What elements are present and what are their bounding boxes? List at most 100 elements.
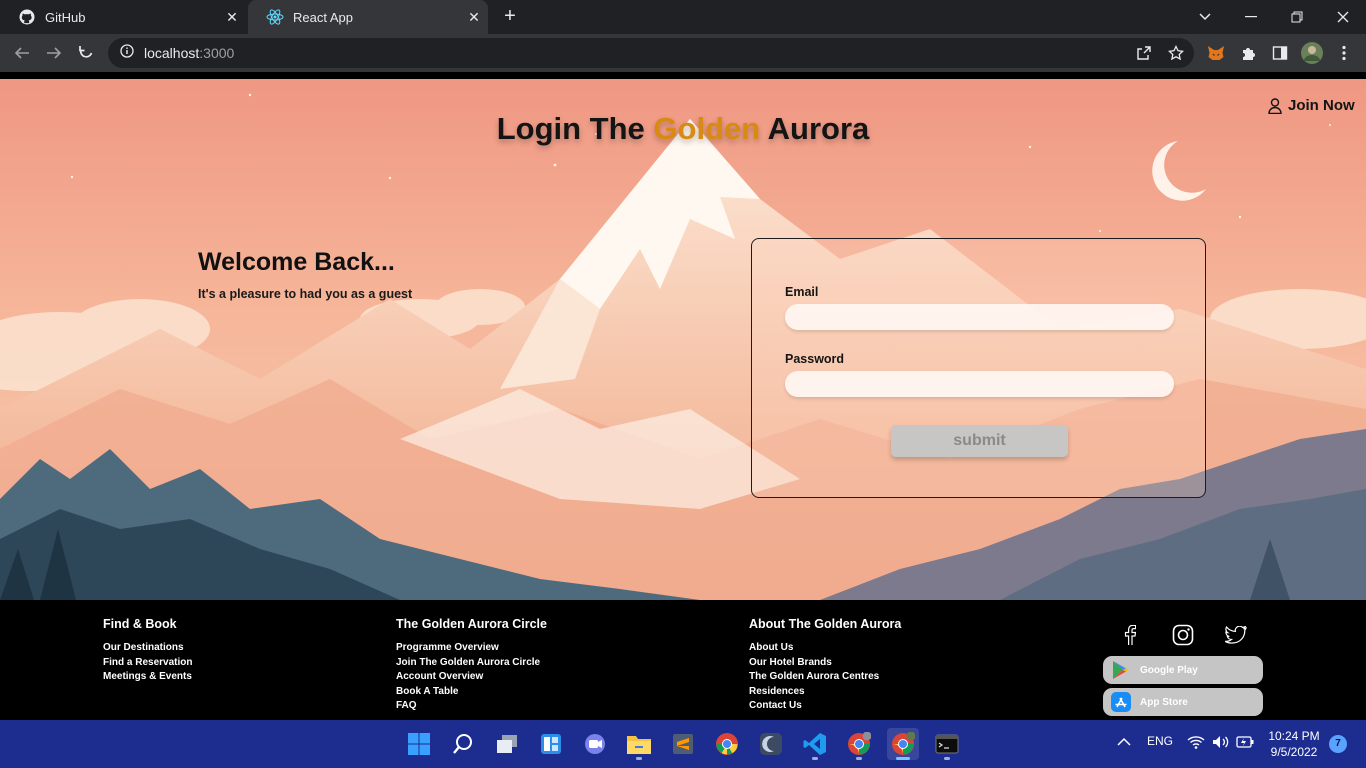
password-field[interactable] bbox=[785, 371, 1174, 397]
running-indicator bbox=[856, 757, 862, 760]
title-part-aurora: Aurora bbox=[760, 111, 870, 146]
user-icon bbox=[1268, 97, 1282, 114]
app-store-icon bbox=[1111, 692, 1131, 712]
footer-link[interactable]: Contact Us bbox=[749, 699, 901, 714]
login-page: Login The Golden Aurora Join Now Welcome… bbox=[0, 79, 1366, 600]
battery-icon[interactable] bbox=[1236, 736, 1254, 751]
footer-link[interactable]: Our Hotel Brands bbox=[749, 656, 901, 671]
title-part-golden: Golden bbox=[653, 111, 761, 146]
footer: Find & Book Our Destinations Find a Rese… bbox=[0, 600, 1366, 720]
app-store-label: App Store bbox=[1140, 696, 1188, 708]
task-view-icon[interactable] bbox=[491, 728, 523, 760]
windows-taskbar: ENG 10:24 PM 9/5/2022 7 bbox=[0, 720, 1366, 768]
url-host: localhost bbox=[144, 45, 200, 61]
tab-github-title: GitHub bbox=[45, 9, 86, 25]
vscode-icon[interactable] bbox=[799, 728, 831, 760]
notification-badge[interactable]: 7 bbox=[1329, 735, 1347, 753]
welcome-title: Welcome Back... bbox=[198, 248, 395, 276]
footer-column-title: Find & Book bbox=[103, 617, 177, 631]
email-label: Email bbox=[785, 285, 819, 299]
terminal-icon[interactable] bbox=[931, 728, 963, 760]
back-arrow-icon[interactable] bbox=[8, 39, 36, 67]
profile-avatar[interactable] bbox=[1300, 41, 1324, 65]
footer-link[interactable]: Programme Overview bbox=[396, 641, 547, 656]
footer-link[interactable]: FAQ bbox=[396, 699, 547, 714]
github-icon bbox=[18, 8, 36, 26]
moon-app-icon[interactable] bbox=[755, 728, 787, 760]
login-form: Email Password submit bbox=[751, 238, 1206, 498]
footer-link[interactable]: The Golden Aurora Centres bbox=[749, 670, 901, 685]
search-icon[interactable] bbox=[447, 728, 479, 760]
sublime-text-icon[interactable] bbox=[667, 728, 699, 760]
browser-toolbar: localhost:3000 bbox=[0, 34, 1366, 72]
footer-column-title: About The Golden Aurora bbox=[749, 617, 902, 631]
running-indicator bbox=[944, 757, 950, 760]
footer-column-find-book: Find & Book Our Destinations Find a Rese… bbox=[103, 617, 192, 685]
url-port: :3000 bbox=[199, 45, 235, 61]
restore-icon[interactable] bbox=[1274, 0, 1320, 34]
metamask-fox-icon[interactable] bbox=[1204, 41, 1228, 65]
site-info-icon[interactable] bbox=[120, 43, 134, 63]
google-play-button[interactable]: Google Play bbox=[1103, 656, 1263, 684]
page-top-strip bbox=[0, 72, 1366, 79]
footer-column-circle: The Golden Aurora Circle Programme Overv… bbox=[396, 617, 547, 714]
welcome-subtitle: It's a pleasure to had you as a guest bbox=[198, 287, 413, 301]
speaker-icon[interactable] bbox=[1212, 735, 1230, 752]
join-now-label: Join Now bbox=[1288, 97, 1355, 114]
close-icon[interactable]: ✕ bbox=[218, 9, 246, 26]
language-indicator[interactable]: ENG bbox=[1147, 734, 1173, 748]
footer-link[interactable]: Residences bbox=[749, 685, 901, 700]
footer-link[interactable]: Find a Reservation bbox=[103, 656, 192, 671]
tray-chevron-up-icon[interactable] bbox=[1117, 736, 1131, 750]
footer-link[interactable]: Meetings & Events bbox=[103, 670, 192, 685]
footer-link[interactable]: Account Overview bbox=[396, 670, 547, 685]
clock-time: 10:24 PM bbox=[1268, 729, 1320, 743]
tab-search-chevron-down-icon[interactable] bbox=[1182, 0, 1228, 34]
email-field[interactable] bbox=[785, 304, 1174, 330]
footer-column-about: About The Golden Aurora About Us Our Hot… bbox=[749, 617, 901, 714]
windows-start-icon[interactable] bbox=[403, 728, 435, 760]
new-tab-button[interactable]: + bbox=[498, 5, 522, 29]
twitter-icon[interactable] bbox=[1223, 622, 1249, 648]
tab-github[interactable]: GitHub ✕ bbox=[0, 0, 246, 34]
side-panel-icon[interactable] bbox=[1268, 41, 1292, 65]
footer-link[interactable]: About Us bbox=[749, 641, 901, 656]
app-store-button[interactable]: App Store bbox=[1103, 688, 1263, 716]
running-indicator bbox=[812, 757, 818, 760]
chrome-profile-icon[interactable] bbox=[843, 728, 875, 760]
forward-arrow-icon[interactable] bbox=[40, 39, 68, 67]
close-window-icon[interactable] bbox=[1320, 0, 1366, 34]
join-now-link[interactable]: Join Now bbox=[1268, 97, 1355, 114]
tab-react-app[interactable]: React App ✕ bbox=[248, 0, 488, 34]
footer-link[interactable]: Join The Golden Aurora Circle bbox=[396, 656, 547, 671]
reload-icon[interactable] bbox=[72, 39, 100, 67]
address-bar[interactable]: localhost:3000 bbox=[108, 38, 1194, 68]
facebook-icon[interactable] bbox=[1117, 622, 1143, 648]
wifi-icon[interactable] bbox=[1187, 735, 1205, 752]
footer-link[interactable]: Book A Table bbox=[396, 685, 547, 700]
system-clock[interactable]: 10:24 PM 9/5/2022 bbox=[1262, 728, 1326, 760]
page-title: Login The Golden Aurora bbox=[0, 111, 1366, 147]
share-icon[interactable] bbox=[1132, 41, 1156, 65]
footer-link[interactable]: Our Destinations bbox=[103, 641, 192, 656]
welcome-section: Welcome Back... It's a pleasure to had y… bbox=[198, 248, 412, 301]
chrome-icon[interactable] bbox=[711, 728, 743, 760]
widgets-icon[interactable] bbox=[535, 728, 567, 760]
react-icon bbox=[266, 8, 284, 26]
footer-column-title: The Golden Aurora Circle bbox=[396, 617, 547, 631]
submit-button[interactable]: submit bbox=[891, 425, 1068, 457]
teams-chat-icon[interactable] bbox=[579, 728, 611, 760]
star-bookmark-icon[interactable] bbox=[1164, 41, 1188, 65]
extensions-puzzle-icon[interactable] bbox=[1236, 41, 1260, 65]
google-play-icon bbox=[1111, 660, 1131, 680]
close-icon[interactable]: ✕ bbox=[460, 9, 488, 26]
chrome-active-icon[interactable] bbox=[887, 728, 919, 760]
minimize-icon[interactable] bbox=[1228, 0, 1274, 34]
clock-date: 9/5/2022 bbox=[1270, 745, 1318, 759]
google-play-label: Google Play bbox=[1140, 664, 1198, 676]
instagram-icon[interactable] bbox=[1170, 622, 1196, 648]
running-indicator bbox=[896, 757, 910, 760]
more-menu-icon[interactable] bbox=[1332, 41, 1356, 65]
browser-tab-strip: GitHub ✕ React App ✕ + bbox=[0, 0, 1366, 34]
file-explorer-icon[interactable] bbox=[623, 728, 655, 760]
